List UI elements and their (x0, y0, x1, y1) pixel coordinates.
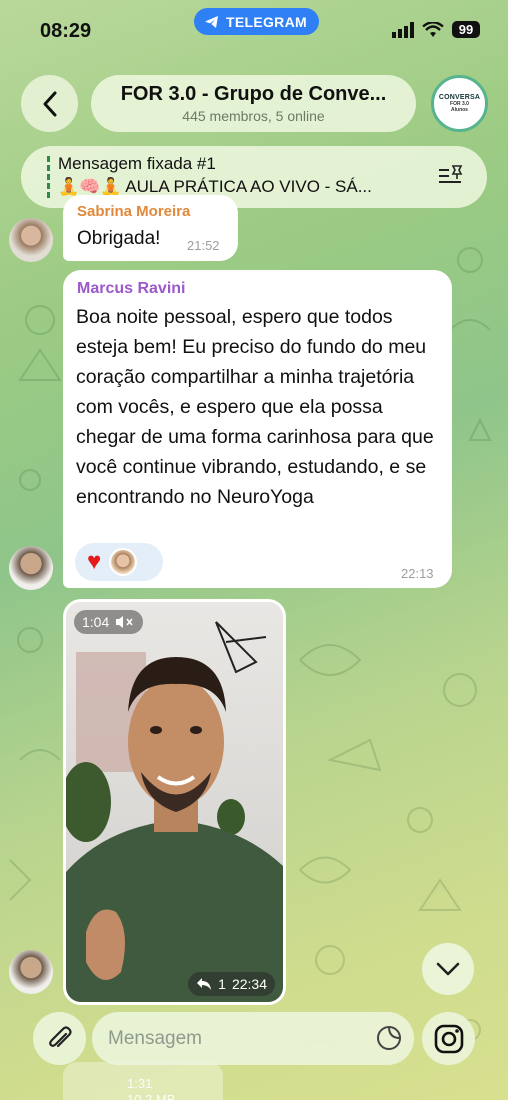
camera-icon (434, 1024, 463, 1053)
message-time: 21:52 (187, 238, 220, 253)
chat-title: FOR 3.0 - Grupo de Conve... (120, 83, 387, 105)
sender-name[interactable]: Sabrina Moreira (77, 203, 190, 220)
message-time: 22:34 (231, 976, 267, 992)
wifi-icon (422, 21, 444, 37)
telegram-label: TELEGRAM (226, 13, 307, 30)
instagram-camera-button[interactable] (422, 1012, 475, 1065)
video-thumbnail (66, 602, 283, 1002)
group-avatar[interactable]: CONVERSA FOR 3.0 Alunos (431, 75, 488, 132)
sticker-icon[interactable] (376, 1025, 402, 1051)
message-bubble[interactable]: Sabrina Moreira Obrigada! 21:52 (63, 195, 238, 261)
avatar[interactable] (9, 218, 53, 262)
chat-title-pill[interactable]: FOR 3.0 - Grupo de Conve... 445 membros,… (91, 75, 416, 132)
partial-size: 10.2 MB (127, 1092, 176, 1100)
message-input-container (92, 1012, 414, 1065)
back-button[interactable] (21, 75, 78, 132)
avatar[interactable] (9, 546, 53, 590)
chevron-left-icon (43, 91, 56, 116)
chat-subtitle: 445 membros, 5 online (182, 108, 325, 124)
group-avatar-sub2: Alunos (451, 107, 468, 113)
paperclip-icon (48, 1025, 72, 1047)
battery-indicator: 99 (452, 21, 480, 38)
message-bubble[interactable]: Marcus Ravini Boa noite pessoal, espero … (63, 270, 452, 588)
status-icons: 99 (392, 21, 480, 38)
reaction-avatar (109, 548, 138, 576)
partial-duration: 1:31 (127, 1076, 153, 1091)
avatar[interactable] (9, 950, 53, 994)
pinned-indicator (47, 156, 50, 198)
status-time: 08:29 (40, 20, 92, 42)
message-input[interactable] (108, 1024, 358, 1054)
message-text: Boa noite pessoal, espero que todos este… (76, 306, 434, 508)
video-duration-badge[interactable]: 1:04 (74, 610, 144, 634)
reply-count: 1 (218, 976, 226, 992)
video-meta[interactable]: 1 22:34 (188, 972, 275, 996)
sender-name[interactable]: Marcus Ravini (77, 280, 185, 298)
signal-icon (392, 21, 414, 38)
video-duration: 1:04 (82, 614, 110, 630)
attach-button[interactable] (33, 1012, 86, 1065)
pin-list-icon[interactable] (437, 164, 465, 188)
telegram-icon (205, 15, 218, 28)
video-message[interactable]: 1:04 1 22:34 (63, 599, 286, 1005)
status-bar: 08:29 TELEGRAM 99 (0, 0, 508, 62)
reactions[interactable]: ♥ (75, 543, 163, 581)
scroll-to-bottom-button[interactable] (422, 943, 474, 995)
group-avatar-label: CONVERSA (438, 94, 481, 101)
heart-reaction-icon: ♥ (87, 548, 102, 575)
telegram-return-pill[interactable]: TELEGRAM (194, 8, 319, 35)
muted-speaker-icon (116, 616, 133, 628)
reply-icon (197, 978, 212, 990)
chevron-down-icon (436, 962, 460, 976)
pinned-text: 🧘🧠🧘 AULA PRÁTICA AO VIVO - SÁ... (58, 177, 372, 196)
message-time: 22:13 (401, 566, 434, 581)
message-text: Obrigada! (77, 228, 161, 249)
pinned-title: Mensagem fixada #1 (58, 154, 216, 173)
